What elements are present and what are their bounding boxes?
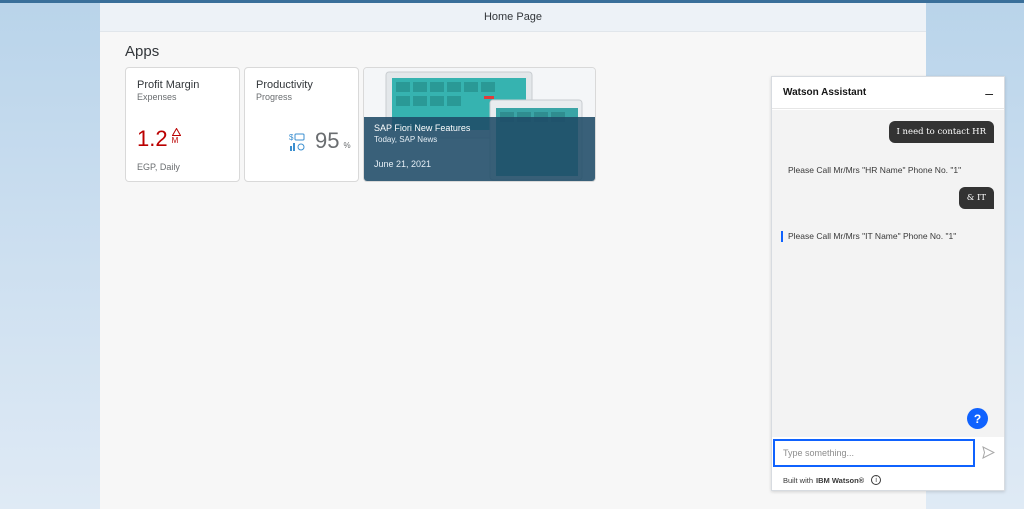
minimize-icon[interactable]: – — [985, 85, 993, 101]
tile-title: Profit Margin — [137, 79, 200, 91]
apps-section-title: Apps — [125, 43, 160, 60]
money-bars-icon: $ — [289, 133, 305, 151]
tile-productivity[interactable]: Productivity Progress $ 95 % — [244, 67, 359, 182]
svg-text:$: $ — [289, 133, 294, 142]
user-message: I need to contact HR — [888, 121, 994, 143]
kpi-value: 1.2 M — [137, 128, 181, 150]
tile-footer: EGP, Daily — [137, 162, 180, 172]
shell-header: Home Page — [100, 3, 926, 32]
footer-brand: IBM Watson® — [816, 475, 865, 485]
user-message: & IT — [958, 187, 994, 209]
help-button[interactable]: ? — [967, 408, 988, 429]
trend-up-icon — [171, 128, 181, 136]
page-title: Home Page — [483, 11, 543, 23]
chat-body: I need to contact HR Please Call Mr/Mrs … — [772, 110, 1004, 437]
news-title: SAP Fiori New Features — [374, 123, 471, 133]
watson-title: Watson Assistant — [783, 87, 867, 98]
tile-subtitle: Expenses — [137, 92, 177, 102]
footer-prefix: Built with — [783, 475, 814, 485]
bot-message: Please Call Mr/Mrs "IT Name" Phone No. "… — [788, 231, 957, 241]
send-icon[interactable] — [982, 446, 995, 459]
kpi-unit: M — [171, 136, 179, 145]
tile-title: Productivity — [256, 79, 313, 91]
news-subtitle: Today, SAP News — [374, 135, 438, 144]
info-icon[interactable]: i — [871, 475, 882, 485]
watson-header: Watson Assistant – — [772, 77, 1004, 109]
bot-message-indicator — [781, 231, 783, 242]
kpi-value: $ 95 % — [289, 130, 351, 152]
tile-subtitle: Progress — [256, 92, 293, 102]
kpi-number: 95 — [315, 128, 340, 153]
bot-message: Please Call Mr/Mrs "HR Name" Phone No. "… — [788, 165, 962, 175]
watson-assistant-panel: Watson Assistant – I need to contact HR … — [771, 76, 1005, 491]
watson-footer: Built with IBM Watson® i — [783, 475, 882, 485]
news-overlay: SAP Fiori New Features Today, SAP News J… — [364, 117, 595, 181]
chat-input[interactable] — [773, 439, 975, 467]
tile-profit-margin[interactable]: Profit Margin Expenses 1.2 M EGP, Daily — [125, 67, 240, 182]
news-tile[interactable]: SAP Fiori New Features Today, SAP News J… — [363, 67, 596, 182]
news-date: June 21, 2021 — [374, 159, 432, 169]
kpi-number: 1.2 — [137, 126, 168, 151]
kpi-unit: % — [343, 141, 351, 150]
